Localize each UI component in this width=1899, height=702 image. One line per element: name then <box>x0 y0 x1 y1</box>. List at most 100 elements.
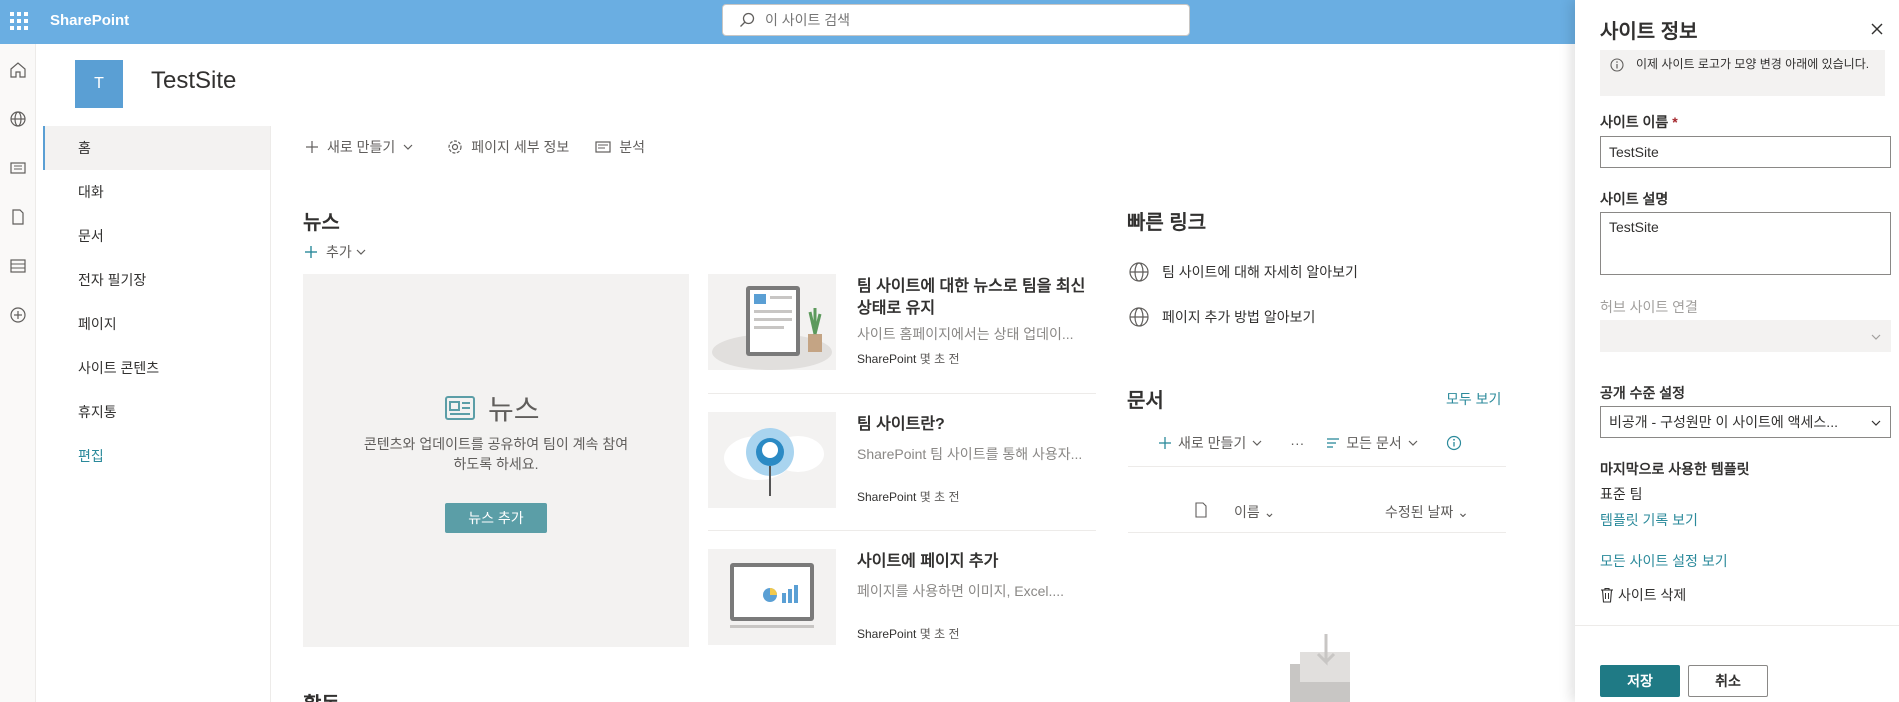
news-icon[interactable] <box>8 158 28 178</box>
chevron-down-icon <box>1408 440 1418 446</box>
site-description-label: 사이트 설명 <box>1600 191 1669 207</box>
news-item-source: SharePoint <box>857 490 917 504</box>
info-message-text: 이제 사이트 로고가 모양 변경 아래에 있습니다. <box>1636 57 1870 71</box>
site-title[interactable]: TestSite <box>151 67 236 95</box>
site-name-input[interactable] <box>1600 136 1891 168</box>
plus-icon <box>305 246 317 258</box>
documents-more-button[interactable]: ··· <box>1290 435 1304 451</box>
add-news-button[interactable]: 뉴스 추가 <box>445 503 547 533</box>
see-all-link[interactable]: 모두 보기 <box>1446 389 1501 409</box>
analytics-icon <box>595 141 611 153</box>
create-icon[interactable] <box>8 305 28 325</box>
brand-name[interactable]: SharePoint <box>50 12 129 29</box>
save-button[interactable]: 저장 <box>1600 665 1680 697</box>
search-input[interactable] <box>765 12 1145 28</box>
template-value: 표준 팀 <box>1600 486 1643 502</box>
quick-link[interactable]: 팀 사이트에 대해 자세히 알아보기 <box>1128 261 1358 283</box>
file-icon[interactable] <box>8 207 28 227</box>
news-add-button[interactable]: 추가 <box>304 242 366 262</box>
new-button-label: 새로 만들기 <box>327 139 396 155</box>
analytics-button[interactable]: 분석 <box>595 137 645 157</box>
globe-icon <box>1129 307 1149 327</box>
info-icon[interactable] <box>1446 435 1468 451</box>
news-item[interactable]: 사이트에 페이지 추가 페이지를 사용하면 이미지, Excel.... Sha… <box>708 549 1096 647</box>
news-icon <box>445 396 475 420</box>
nav-item-conversations[interactable]: 대화 <box>43 170 270 214</box>
chevron-down-icon <box>1252 440 1262 446</box>
news-item-time: 몇 초 전 <box>919 352 960 366</box>
news-item-meta: SharePoint 몇 초 전 <box>857 350 960 367</box>
documents-new-label: 새로 만들기 <box>1178 435 1247 451</box>
app-bar <box>0 44 36 702</box>
news-item[interactable]: 팀 사이트에 대한 뉴스로 팀을 최신 상태로 유지 사이트 홈페이지에서는 상… <box>708 274 1096 372</box>
site-description-input[interactable]: TestSite <box>1600 212 1891 275</box>
documents-divider <box>1128 532 1506 533</box>
news-item-title[interactable]: 팀 사이트에 대한 뉴스로 팀을 최신 상태로 유지 <box>857 276 1095 320</box>
search-icon <box>740 12 755 27</box>
info-message: 이제 사이트 로고가 모양 변경 아래에 있습니다. <box>1600 50 1885 96</box>
command-bar: 새로 만들기 페이지 세부 정보 분석 <box>305 134 671 160</box>
new-button[interactable]: 새로 만들기 <box>305 137 421 157</box>
nav-item-recycle-bin[interactable]: 휴지통 <box>43 390 270 434</box>
template-history-link[interactable]: 템플릿 기록 보기 <box>1600 510 1698 530</box>
hub-site-label: 허브 사이트 연결 <box>1600 299 1698 315</box>
view-options-icon <box>1327 438 1340 448</box>
nav-item-home[interactable]: 홈 <box>43 126 270 170</box>
hub-site-dropdown <box>1600 320 1891 352</box>
news-placeholder-desc: 콘텐츠와 업데이트를 공유하여 팀이 계속 참여하도록 하세요. <box>363 436 629 472</box>
panel-title: 사이트 정보 <box>1600 21 1698 43</box>
globe-icon[interactable] <box>8 109 28 129</box>
quick-links-heading: 빠른 링크 <box>1127 212 1207 234</box>
news-item-meta: SharePoint 몇 초 전 <box>857 488 960 505</box>
delete-site-button[interactable]: 사이트 삭제 <box>1600 585 1686 605</box>
gear-icon <box>448 140 462 154</box>
news-heading: 뉴스 <box>303 212 340 234</box>
site-logo[interactable]: T <box>75 60 123 108</box>
news-item-title[interactable]: 사이트에 페이지 추가 <box>857 551 1095 573</box>
close-icon[interactable] <box>1868 20 1886 38</box>
search-box[interactable] <box>722 4 1190 36</box>
privacy-value: 비공개 - 구성원만 이 사이트에 액세스... <box>1609 414 1838 430</box>
app-launcher-icon[interactable] <box>6 8 30 32</box>
news-add-label: 추가 <box>326 244 352 260</box>
documents-divider <box>1128 466 1506 467</box>
page-details-label: 페이지 세부 정보 <box>471 139 570 155</box>
chevron-down-icon <box>356 249 366 255</box>
site-name-label: 사이트 이름 * <box>1600 114 1678 130</box>
analytics-label: 분석 <box>619 139 646 155</box>
site-info-panel: 사이트 정보 이제 사이트 로고가 모양 변경 아래에 있습니다. 사이트 이름… <box>1575 0 1899 702</box>
chevron-down-icon <box>403 144 413 150</box>
info-icon <box>1610 58 1624 72</box>
news-item[interactable]: 팀 사이트란? SharePoint 팀 사이트를 통해 사용자... Shar… <box>708 412 1096 510</box>
news-item-time: 몇 초 전 <box>919 490 960 504</box>
news-divider <box>708 530 1096 531</box>
list-icon[interactable] <box>8 256 28 276</box>
nav-item-notebook[interactable]: 전자 필기장 <box>43 258 270 302</box>
news-item-title[interactable]: 팀 사이트란? <box>857 414 1095 436</box>
documents-view-button[interactable]: 모든 문서 <box>1326 433 1423 453</box>
empty-folder-illustration <box>1290 634 1350 702</box>
trash-icon <box>1601 587 1613 603</box>
privacy-dropdown[interactable]: 비공개 - 구성원만 이 사이트에 액세스... <box>1600 406 1891 438</box>
required-mark: * <box>1672 114 1678 130</box>
column-modified[interactable]: 수정된 날짜 ⌄ <box>1385 502 1469 522</box>
nav-item-pages[interactable]: 페이지 <box>43 302 270 346</box>
quick-link[interactable]: 페이지 추가 방법 알아보기 <box>1128 306 1315 328</box>
column-name[interactable]: 이름 ⌄ <box>1234 502 1275 522</box>
delete-site-label: 사이트 삭제 <box>1618 587 1687 603</box>
news-placeholder: 뉴스 콘텐츠와 업데이트를 공유하여 팀이 계속 참여하도록 하세요. 뉴스 추… <box>303 274 689 647</box>
nav-item-site-contents[interactable]: 사이트 콘텐츠 <box>43 346 270 390</box>
all-site-settings-link[interactable]: 모든 사이트 설정 보기 <box>1600 551 1728 571</box>
news-item-source: SharePoint <box>857 352 917 366</box>
news-placeholder-title: 뉴스 <box>444 388 540 428</box>
plus-icon <box>306 141 318 153</box>
page-details-button[interactable]: 페이지 세부 정보 <box>447 137 569 157</box>
news-thumbnail <box>708 412 836 508</box>
home-icon[interactable] <box>8 60 28 80</box>
news-item-source: SharePoint <box>857 627 917 641</box>
nav-edit-link[interactable]: 편집 <box>43 434 270 478</box>
nav-item-documents[interactable]: 문서 <box>43 214 270 258</box>
documents-new-button[interactable]: 새로 만들기 <box>1158 433 1268 453</box>
cancel-button[interactable]: 취소 <box>1688 665 1768 697</box>
news-divider <box>708 393 1096 394</box>
